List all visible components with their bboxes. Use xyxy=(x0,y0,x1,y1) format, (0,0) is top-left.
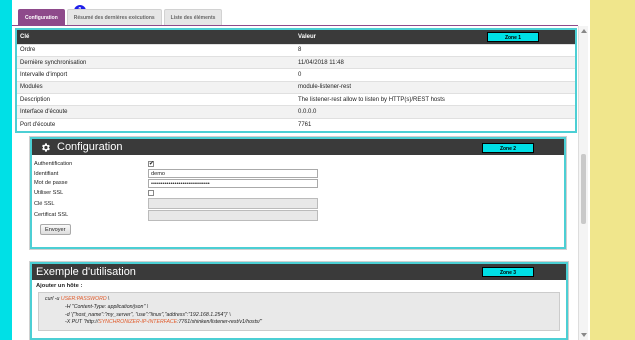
ssl-key-label: Clé SSL xyxy=(34,200,55,207)
table-row: Intervalle d'import 0 xyxy=(17,68,575,82)
table-row: Ordre 8 xyxy=(17,43,575,57)
form-row-id: Identifiant demo xyxy=(34,169,562,179)
form-row-ssl: Utiliser SSL xyxy=(34,188,562,198)
row-value: module-listener-rest xyxy=(295,80,575,94)
row-value: The listener-rest allow to listen by HTT… xyxy=(295,93,575,106)
scroll-down-icon[interactable] xyxy=(581,333,587,337)
tab-elements-list[interactable]: Liste des éléments xyxy=(163,9,223,25)
form-row-ssl-cert: Certificat SSL xyxy=(34,209,562,222)
row-value: 11/04/2018 11:48 xyxy=(295,55,575,69)
tab-elements-list-label: Liste des éléments xyxy=(170,15,216,21)
ssl-cert-label: Certificat SSL xyxy=(34,212,69,219)
code-line-4: -X PUT "http://SYNCHRONIZER-IP-INTERFACE… xyxy=(65,319,262,326)
info-table: Clé Valeur Ordre 8 Dernière synchronisati… xyxy=(17,30,575,131)
configuration-title: Configuration xyxy=(57,141,123,153)
row-key: Ordre xyxy=(17,43,295,57)
tab-divider xyxy=(12,25,578,26)
table-row: Description The listener-rest allow to li… xyxy=(17,93,575,106)
row-value: 0.0.0.0 xyxy=(295,105,575,119)
user-password-placeholder: USER:PASSWORD xyxy=(60,296,107,302)
scroll-up-icon[interactable] xyxy=(581,29,587,33)
code-line-3: -d '{"host_name":"my_server", "use":"lin… xyxy=(65,311,231,318)
id-input[interactable]: demo xyxy=(148,169,318,179)
auth-label: Authentification xyxy=(34,160,73,167)
form-row-password: Mot de passe •••••••••••••••••••••••••••… xyxy=(34,178,562,189)
code-block: curl -u USER:PASSWORD \ -H "Content-Type… xyxy=(38,292,560,332)
tab-last-executions-label: Résumé des dernières exécutions xyxy=(73,15,155,21)
right-side-panel xyxy=(590,0,635,340)
scroll-thumb[interactable] xyxy=(581,154,586,224)
table-row: Dernière synchronisation 11/04/2018 11:48 xyxy=(17,55,575,69)
ssl-key-input[interactable] xyxy=(148,198,318,210)
row-value: 8 xyxy=(295,43,575,57)
zone-1-badge: Zone 1 xyxy=(487,32,539,42)
vertical-scrollbar[interactable] xyxy=(578,26,588,340)
configuration-form: Authentification Identifiant demo Mot de… xyxy=(32,155,564,239)
table-row: Modules module-listener-rest xyxy=(17,80,575,94)
row-key: Interface d'écoute xyxy=(17,105,295,119)
main-content: Configuration 1 Résumé des dernières exé… xyxy=(12,0,590,340)
row-key: Intervalle d'import xyxy=(17,68,295,82)
example-title: Exemple d'utilisation xyxy=(36,266,136,278)
row-value: 7761 xyxy=(295,117,575,131)
example-subtitle: Ajouter un hôte : xyxy=(36,283,83,289)
row-key: Modules xyxy=(17,80,295,94)
table-row: Port d'écoute 7761 xyxy=(17,117,575,131)
ip-interface-placeholder: SYNCHRONIZER-IP-INTERFACE xyxy=(98,319,178,326)
password-input[interactable]: •••••••••••••••••••••••••••••• xyxy=(148,178,318,188)
auth-checkbox[interactable] xyxy=(148,160,154,167)
row-key: Description xyxy=(17,93,295,106)
id-label: Identifiant xyxy=(34,170,59,177)
tab-configuration-label: Configuration xyxy=(25,15,58,21)
table-row: Interface d'écoute 0.0.0.0 xyxy=(17,105,575,119)
tab-configuration[interactable]: Configuration 1 xyxy=(18,5,86,25)
zone-2-badge: Zone 2 xyxy=(482,143,534,153)
info-table-panel: Clé Valeur Ordre 8 Dernière synchronisati… xyxy=(15,28,577,133)
column-header-key: Clé xyxy=(17,30,295,44)
code-line-2: -H "Content-Type: application/json" \ xyxy=(65,303,149,310)
row-key: Dernière synchronisation xyxy=(17,55,295,69)
ssl-label: Utiliser SSL xyxy=(34,190,64,197)
ssl-cert-input[interactable] xyxy=(148,209,318,221)
gear-icon xyxy=(42,142,50,152)
ssl-checkbox[interactable] xyxy=(148,190,154,197)
tab-bar: Configuration 1 Résumé des dernières exé… xyxy=(18,5,223,25)
example-panel: Exemple d'utilisation Zone 3 Ajouter un … xyxy=(30,262,568,340)
submit-button[interactable]: Envoyer xyxy=(40,224,71,236)
form-row-auth: Authentification xyxy=(34,159,562,169)
password-label: Mot de passe xyxy=(34,180,68,187)
row-key: Port d'écoute xyxy=(17,117,295,131)
form-row-ssl-key: Clé SSL xyxy=(34,198,562,210)
code-line-1: curl -u USER:PASSWORD \ xyxy=(45,296,110,302)
tab-last-executions[interactable]: Résumé des dernières exécutions xyxy=(66,9,162,25)
row-value: 0 xyxy=(295,68,575,82)
zone-3-badge: Zone 3 xyxy=(482,267,534,277)
configuration-panel: Configuration Zone 2 Authentification Id… xyxy=(30,137,566,249)
